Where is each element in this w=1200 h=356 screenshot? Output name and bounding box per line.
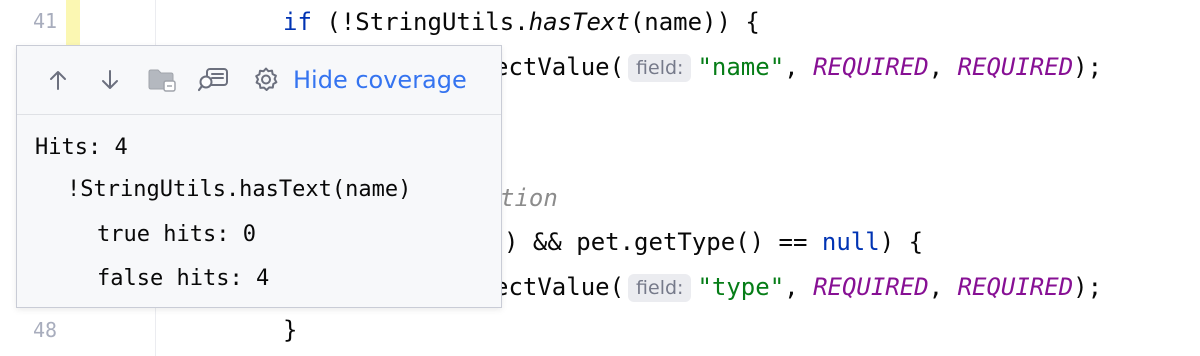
keyword: if	[283, 8, 312, 36]
condition-text: !StringUtils.hasText(name)	[67, 177, 412, 202]
method-name: hasText	[528, 8, 630, 36]
code-text: ,	[928, 273, 958, 301]
find-in-file-button[interactable]	[197, 63, 231, 97]
code-line: ectValue(field: "name", REQUIRED, REQUIRE…	[494, 52, 1102, 82]
code-text: (name)) {	[629, 8, 760, 36]
hide-coverage-link[interactable]: Hide coverage	[293, 64, 467, 96]
code-text: ,	[928, 53, 958, 81]
comment: tion	[500, 184, 558, 212]
coverage-toolbar: Hide coverage	[17, 46, 501, 115]
code-line: ) && pet.getType() == null) {	[504, 227, 923, 257]
next-button[interactable]	[93, 63, 127, 97]
code-text: ) && pet.getType() ==	[504, 228, 822, 256]
constant: REQUIRED	[957, 273, 1074, 301]
arrow-up-icon	[50, 71, 66, 90]
code-line: }	[283, 315, 297, 345]
previous-button[interactable]	[41, 63, 75, 97]
string-literal: "name"	[697, 53, 785, 81]
code-text: ectValue(	[494, 273, 625, 301]
code-text: ) {	[879, 228, 924, 256]
constant: REQUIRED	[813, 53, 929, 81]
code-text: (!StringUtils.	[311, 8, 529, 36]
constant: REQUIRED	[813, 273, 929, 301]
true-hits: true hits: 0	[97, 222, 256, 247]
code-line: if (!StringUtils.hasText(name)) {	[283, 7, 760, 37]
code-line: ectValue(field: "type", REQUIRED, REQUIRE…	[494, 272, 1102, 302]
find-in-file-icon	[198, 68, 228, 92]
parameter-hint: field:	[628, 54, 692, 82]
show-in-project-button[interactable]	[145, 63, 179, 97]
keyword: null	[821, 228, 880, 256]
code-text: );	[1073, 273, 1103, 301]
code-text: ectValue(	[494, 53, 625, 81]
parameter-hint: field:	[628, 274, 692, 302]
code-text: ,	[784, 273, 814, 301]
code-line: tion	[500, 183, 558, 213]
constant: REQUIRED	[957, 53, 1074, 81]
code-text: ,	[784, 53, 814, 81]
coverage-settings-button[interactable]	[249, 63, 283, 97]
gear-icon	[255, 67, 278, 91]
code-text: );	[1073, 53, 1103, 81]
folder-icon	[148, 69, 176, 92]
hits-count: Hits: 4	[35, 135, 128, 160]
arrow-down-icon	[102, 70, 118, 89]
coverage-popup: Hide coverage Hits: 4 !StringUtils.hasTe…	[16, 45, 502, 308]
closing-brace: }	[283, 316, 298, 344]
string-literal: "type"	[697, 273, 785, 301]
false-hits: false hits: 4	[97, 266, 270, 291]
